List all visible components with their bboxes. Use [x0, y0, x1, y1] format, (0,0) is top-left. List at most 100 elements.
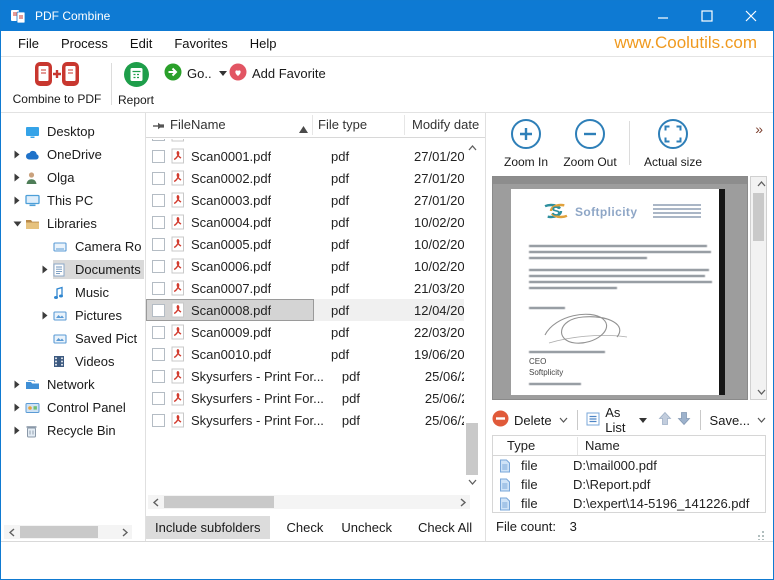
scroll-right-icon[interactable]: [118, 525, 132, 539]
as-list-button[interactable]: As List: [605, 405, 632, 435]
toolbar-overflow-icon[interactable]: »: [755, 121, 763, 137]
file-row[interactable]: Skysurfers - Print For...pdf25/06/2014: [146, 387, 464, 409]
output-row[interactable]: fileD:\expert\14-5196_141226.pdf: [493, 494, 765, 513]
menu-item-edit[interactable]: Edit: [119, 36, 163, 51]
row-checkbox[interactable]: [152, 194, 165, 207]
save-dropdown-icon[interactable]: [757, 417, 766, 423]
scroll-down-icon[interactable]: [465, 479, 479, 485]
move-up-button[interactable]: [658, 411, 672, 429]
maximize-button[interactable]: [685, 1, 729, 31]
file-row[interactable]: Scan0002.pdfpdf27/01/2017: [146, 167, 464, 189]
output-row[interactable]: fileD:\Report.pdf: [493, 475, 765, 494]
check-all-button[interactable]: Check All: [409, 516, 481, 539]
menu-item-help[interactable]: Help: [239, 36, 288, 51]
file-row[interactable]: Scan0001.pdfpdf27/01/2017: [146, 145, 464, 167]
collapse-arrow-icon[interactable]: [9, 380, 25, 389]
file-row[interactable]: Scan0008.pdfpdf12/04/2017: [146, 299, 464, 321]
pdf-preview[interactable]: S Softplicity CEO Softplicity: [492, 176, 748, 400]
tree-scroll-thumb[interactable]: [20, 526, 98, 538]
scroll-up-icon[interactable]: [465, 145, 479, 151]
tree-item-onedrive[interactable]: OneDrive: [1, 143, 145, 166]
scroll-up-icon[interactable]: [754, 181, 768, 187]
tree-item-videos[interactable]: Videos: [1, 350, 145, 373]
menu-item-file[interactable]: File: [7, 36, 50, 51]
as-list-dropdown-icon[interactable]: [639, 418, 647, 423]
column-header-filename[interactable]: FileName: [170, 117, 226, 132]
collapse-arrow-icon[interactable]: [37, 265, 53, 274]
collapse-arrow-icon[interactable]: [9, 426, 25, 435]
file-row[interactable]: Scan0007.pdfpdf21/03/2017: [146, 277, 464, 299]
row-checkbox[interactable]: [152, 150, 165, 163]
file-row[interactable]: Scan0009.pdfpdf22/03/2017: [146, 321, 464, 343]
row-checkbox[interactable]: [152, 172, 165, 185]
tree-item-saved-pict[interactable]: Saved Pict: [1, 327, 145, 350]
website-link[interactable]: www.Coolutils.com: [614, 33, 757, 53]
menu-item-process[interactable]: Process: [50, 36, 119, 51]
collapse-arrow-icon[interactable]: [9, 150, 25, 159]
actual-size-button[interactable]: Actual size: [638, 117, 708, 169]
file-list-horizontal-scrollbar[interactable]: [148, 495, 470, 509]
tree-item-recycle-bin[interactable]: Recycle Bin: [1, 419, 145, 442]
row-checkbox[interactable]: [152, 370, 165, 383]
preview-vertical-scrollbar[interactable]: [750, 176, 767, 400]
zoom-in-button[interactable]: Zoom In: [496, 117, 556, 169]
pin-icon[interactable]: [152, 120, 165, 135]
row-checkbox[interactable]: [152, 282, 165, 295]
row-checkbox[interactable]: [152, 216, 165, 229]
move-down-button[interactable]: [677, 411, 691, 429]
tree-item-libraries[interactable]: Libraries: [1, 212, 145, 235]
row-checkbox[interactable]: [152, 348, 165, 361]
scroll-left-icon[interactable]: [4, 525, 18, 539]
scroll-down-icon[interactable]: [754, 389, 768, 395]
collapse-arrow-icon[interactable]: [9, 403, 25, 412]
file-row[interactable]: Scan0003.pdfpdf27/01/2017: [146, 189, 464, 211]
sort-ascending-icon[interactable]: [299, 121, 308, 136]
file-list-scroll-thumb-h[interactable]: [164, 496, 274, 508]
file-row[interactable]: Skysurfers - Print For...pdf25/06/2014: [146, 409, 464, 431]
column-header-filetype[interactable]: File type: [318, 117, 367, 132]
row-checkbox[interactable]: [152, 139, 165, 141]
collapse-arrow-icon[interactable]: [9, 196, 25, 205]
delete-dropdown-icon[interactable]: [559, 417, 568, 423]
output-column-type[interactable]: Type: [507, 438, 535, 453]
report-button[interactable]: Report: [113, 61, 159, 107]
uncheck-button[interactable]: Uncheck: [332, 516, 401, 539]
tree-item-documents[interactable]: Documents: [1, 258, 145, 281]
file-row[interactable]: Scan0005.pdfpdf10/02/2017: [146, 233, 464, 255]
tree-item-control-panel[interactable]: Control Panel: [1, 396, 145, 419]
include-subfolders-button[interactable]: Include subfolders: [146, 516, 270, 539]
zoom-out-button[interactable]: Zoom Out: [558, 117, 622, 169]
check-button[interactable]: Check: [278, 516, 333, 539]
row-checkbox[interactable]: [152, 326, 165, 339]
output-row[interactable]: fileD:\mail000.pdf: [493, 456, 765, 475]
file-row[interactable]: Skysurfers - Print For...pdf25/06/2014: [146, 365, 464, 387]
file-row[interactable]: Scan0010.pdfpdf19/06/2017: [146, 343, 464, 365]
tree-item-this-pc[interactable]: This PC: [1, 189, 145, 212]
row-checkbox[interactable]: [152, 392, 165, 405]
menu-item-favorites[interactable]: Favorites: [163, 36, 238, 51]
row-checkbox[interactable]: [152, 304, 165, 317]
collapse-arrow-icon[interactable]: [9, 173, 25, 182]
scroll-right-icon[interactable]: [456, 495, 470, 509]
tree-item-music[interactable]: Music: [1, 281, 145, 304]
tree-item-camera-ro[interactable]: Camera Ro: [1, 235, 145, 258]
tree-item-network[interactable]: Network: [1, 373, 145, 396]
minimize-button[interactable]: [641, 1, 685, 31]
tree-item-pictures[interactable]: Pictures: [1, 304, 145, 327]
save-button[interactable]: Save...: [710, 413, 750, 428]
output-column-name[interactable]: Name: [585, 438, 620, 453]
scroll-left-icon[interactable]: [148, 495, 162, 509]
add-favorite-button[interactable]: Add Favorite: [229, 63, 326, 84]
row-checkbox[interactable]: [152, 238, 165, 251]
file-list-vertical-scrollbar[interactable]: [465, 143, 479, 488]
row-checkbox[interactable]: [152, 260, 165, 273]
file-row[interactable]: Scan0004.pdfpdf10/02/2017: [146, 211, 464, 233]
row-checkbox[interactable]: [152, 414, 165, 427]
close-button[interactable]: [729, 1, 773, 31]
tree-item-desktop[interactable]: Desktop: [1, 120, 145, 143]
go-button[interactable]: Go..: [164, 63, 227, 84]
combine-to-pdf-button[interactable]: Combine to PDF: [7, 61, 107, 106]
column-header-modifydate[interactable]: Modify date: [412, 117, 479, 132]
delete-button[interactable]: Delete: [514, 413, 552, 428]
file-list-scroll-thumb[interactable]: [466, 423, 478, 475]
